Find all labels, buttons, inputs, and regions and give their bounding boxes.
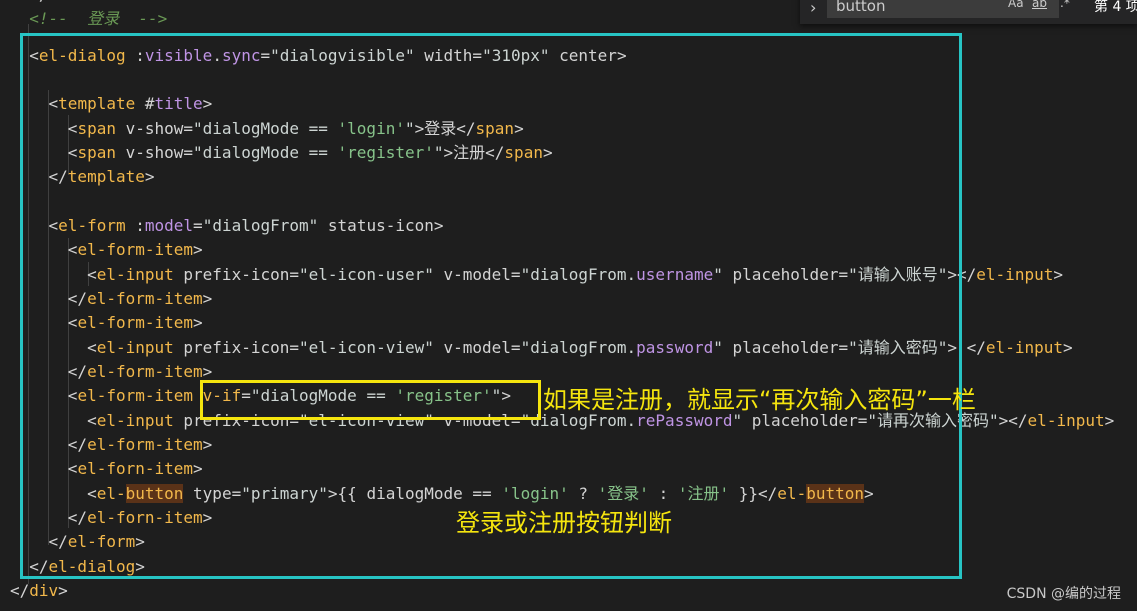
code-line[interactable]: </template> xyxy=(10,165,155,189)
watermark: CSDN @编的过程 xyxy=(1006,586,1121,602)
chevron-right-icon[interactable]: › xyxy=(810,0,816,17)
regex-icon[interactable]: .* xyxy=(1060,0,1070,10)
find-input[interactable]: button xyxy=(827,0,1059,18)
code-line[interactable]: </el-form> xyxy=(10,530,145,554)
whole-word-icon[interactable]: ab xyxy=(1032,0,1047,10)
find-widget[interactable]: › button Aa ab .* 第 4 项 xyxy=(800,0,1137,24)
code-line[interactable]: </el-form-item> xyxy=(10,287,213,311)
code-line[interactable]: <el-button type="primary">{{ dialogMode … xyxy=(10,482,874,506)
button-annotation: 登录或注册按钮判断 xyxy=(456,509,672,537)
code-line[interactable]: <span v-show="dialogMode == 'register'">… xyxy=(10,141,553,165)
code-line[interactable]: <!-- 登录 --> xyxy=(10,7,167,31)
code-line[interactable]: </el-form-item> xyxy=(10,433,213,457)
code-line[interactable]: <template #title> xyxy=(10,92,213,116)
code-line[interactable]: </el-form-item> xyxy=(10,360,213,384)
code-line[interactable]: <el-forn-item> xyxy=(10,457,203,481)
code-line[interactable]: <el-input prefix-icon="el-icon-view" v-m… xyxy=(10,336,1073,360)
code-line[interactable]: </div> xyxy=(10,579,68,603)
register-annotation: 如果是注册，就显示“再次输入密码”一栏 xyxy=(543,386,976,414)
code-line[interactable]: <el-form-item> xyxy=(10,311,203,335)
code-line[interactable]: <span v-show="dialogMode == 'login'">登录<… xyxy=(10,117,524,141)
match-count: 第 4 项 xyxy=(1094,0,1137,15)
code-line[interactable]: </div> xyxy=(10,0,87,7)
code-line[interactable]: </el-dialog> xyxy=(10,555,145,579)
code-line[interactable]: <el-form :model="dialogFrom" status-icon… xyxy=(10,214,444,238)
code-line[interactable]: <el-input prefix-icon="el-icon-user" v-m… xyxy=(10,263,1063,287)
code-line[interactable]: </el-forn-item> xyxy=(10,506,213,530)
code-line[interactable]: <el-form-item v-if="dialogMode == 'regis… xyxy=(10,384,511,408)
match-case-icon[interactable]: Aa xyxy=(1008,0,1024,10)
code-line[interactable]: <el-form-item> xyxy=(10,238,203,262)
code-line[interactable]: <el-dialog :visible.sync="dialogvisible"… xyxy=(10,44,626,68)
